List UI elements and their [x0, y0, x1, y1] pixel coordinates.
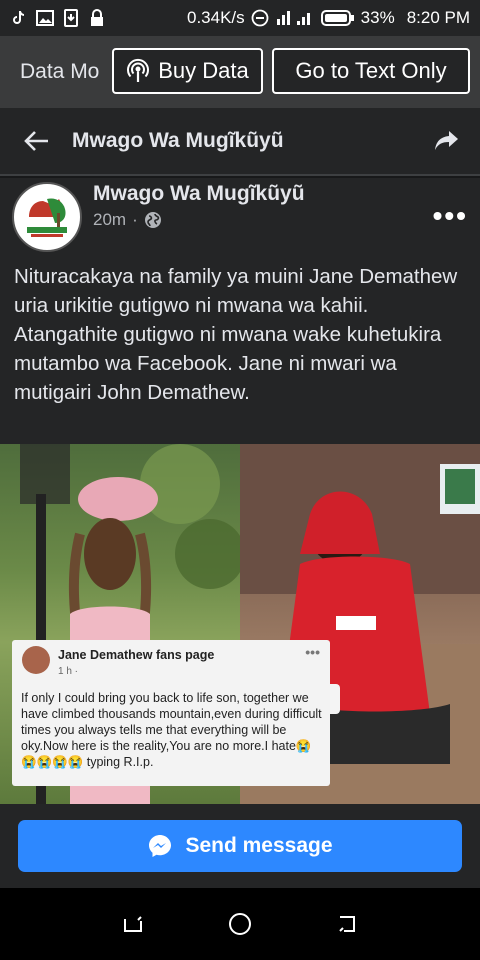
card-text: If only I could bring you back to life s… — [21, 691, 322, 769]
card-more-icon: ••• — [305, 644, 320, 660]
post-text: Nituracakaya na family ya muini Jane Dem… — [0, 254, 480, 444]
dnd-icon — [251, 9, 269, 27]
post-header: Mwago Wa Mugĩkũyũ 20m · ••• — [0, 178, 480, 254]
text-only-label: Go to Text Only — [295, 58, 447, 83]
network-speed: 0.34K/s — [187, 8, 245, 27]
battery-percent: 33% — [360, 8, 395, 27]
download-icon — [64, 9, 78, 27]
meta-separator: · — [132, 210, 138, 229]
page-logo-icon — [27, 198, 67, 237]
page-title: Mwago Wa Mugĩkũyũ — [72, 129, 284, 152]
post-author[interactable]: Mwago Wa Mugĩkũyũ — [93, 182, 305, 206]
battery-icon — [320, 10, 354, 26]
post-meta: 20m · — [93, 210, 162, 230]
send-message-label: Send message — [185, 834, 333, 857]
text-only-button[interactable]: Go to Text Only — [272, 48, 470, 94]
system-nav-bar — [0, 888, 480, 960]
clock: 8:20 PM — [406, 8, 470, 27]
page-avatar[interactable] — [12, 182, 82, 252]
page-navbar: Mwago Wa Mugĩkũyũ — [0, 108, 480, 176]
buy-data-label: Buy Data — [158, 58, 249, 83]
lock-icon — [91, 9, 103, 26]
globe-icon — [144, 212, 161, 228]
card-avatar — [22, 646, 50, 674]
buy-data-button[interactable]: Buy Data — [112, 48, 263, 94]
messenger-icon — [149, 835, 172, 857]
back-arrow-icon[interactable] — [22, 129, 50, 153]
tiktok-icon — [13, 10, 25, 24]
share-icon[interactable] — [434, 129, 460, 153]
image-icon — [36, 10, 54, 26]
recents-icon[interactable] — [119, 910, 147, 938]
send-message-button[interactable]: Send message — [18, 820, 462, 872]
status-bar: 0.34K/s 33% 8:20 PM — [0, 0, 480, 36]
post-time[interactable]: 20m — [93, 210, 126, 230]
embedded-post-card: Jane Demathew fans page 1 h · ••• If onl… — [12, 640, 330, 786]
broadcast-icon — [127, 58, 150, 82]
home-icon[interactable] — [226, 910, 254, 938]
cta-area: Send message — [0, 804, 480, 888]
data-mode-label: Data Mo — [20, 60, 100, 83]
more-options-icon[interactable]: ••• — [433, 200, 468, 232]
data-mode-bar: Data Mo Buy Data Go to Text Only — [0, 36, 480, 108]
signal-icon — [276, 11, 310, 25]
card-author: Jane Demathew fans page — [58, 648, 215, 662]
back-nav-icon[interactable] — [333, 910, 361, 938]
card-meta: 1 h · — [58, 666, 79, 677]
post-photo[interactable]: Jane Demathew fans page 1 h · ••• If onl… — [0, 444, 480, 804]
